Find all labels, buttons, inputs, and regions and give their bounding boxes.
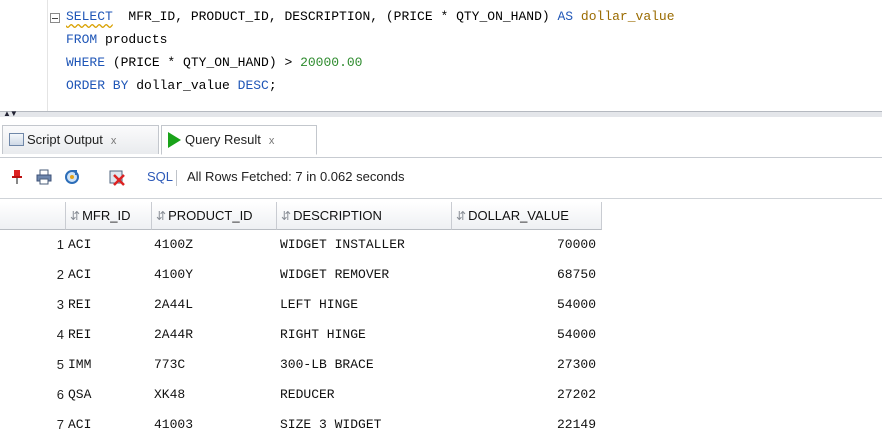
column-header-description[interactable]: ⇵ DESCRIPTION (277, 202, 452, 230)
cell-description[interactable]: REDUCER (280, 380, 335, 410)
cell-dollar-value[interactable]: 70000 (452, 230, 596, 260)
table-row[interactable]: 5 IMM 773C 300-LB BRACE 27300 (0, 350, 602, 380)
code-line[interactable]: SELECT MFR_ID, PRODUCT_ID, DESCRIPTION, … (66, 6, 675, 28)
code-token: ORDER BY (66, 78, 129, 93)
column-header-label: MFR_ID (82, 208, 131, 223)
tab-label: Script Output (27, 132, 103, 147)
row-number[interactable]: 5 (0, 350, 64, 380)
code-token: products (97, 32, 168, 47)
cell-dollar-value[interactable]: 54000 (452, 290, 596, 320)
table-row[interactable]: 6 QSA XK48 REDUCER 27202 (0, 380, 602, 410)
editor-gutter (47, 0, 48, 111)
cell-dollar-value[interactable]: 68750 (452, 260, 596, 290)
cell-mfr-id[interactable]: ACI (68, 260, 91, 290)
code-token: ; (268, 78, 277, 93)
code-token: 20000.00 (300, 55, 363, 70)
result-toolbar: SQL All Rows Fetched: 7 in 0.062 seconds (0, 158, 882, 199)
fold-collapse-icon[interactable] (50, 13, 60, 23)
cell-dollar-value[interactable]: 27300 (452, 350, 596, 380)
table-row[interactable]: 3 REI 2A44L LEFT HINGE 54000 (0, 290, 602, 320)
grid-corner (0, 202, 66, 230)
row-number[interactable]: 1 (0, 230, 64, 260)
cell-mfr-id[interactable]: IMM (68, 350, 91, 380)
cell-dollar-value[interactable]: 22149 (452, 410, 596, 440)
code-token: dollar_value (128, 78, 238, 93)
cell-description[interactable]: SIZE 3 WIDGET (280, 410, 381, 440)
cell-product-id[interactable]: 2A44R (154, 320, 193, 350)
code-line[interactable]: WHERE (PRICE * QTY_ON_HAND) > 20000.00 (66, 52, 362, 74)
code-token: DESC (237, 78, 269, 93)
code-token: (PRICE * QTY_ON_HAND) > (105, 55, 301, 70)
refresh-icon[interactable] (63, 168, 81, 186)
cell-dollar-value[interactable]: 54000 (452, 320, 596, 350)
sql-link[interactable]: SQL (147, 169, 173, 184)
cell-product-id[interactable]: XK48 (154, 380, 185, 410)
table-row[interactable]: 2 ACI 4100Y WIDGET REMOVER 68750 (0, 260, 602, 290)
print-icon[interactable] (35, 168, 53, 186)
table-row[interactable]: 7 ACI 41003 SIZE 3 WIDGET 22149 (0, 410, 602, 440)
cell-product-id[interactable]: 773C (154, 350, 185, 380)
row-number[interactable]: 2 (0, 260, 64, 290)
sql-editor[interactable]: SELECT MFR_ID, PRODUCT_ID, DESCRIPTION, … (0, 0, 882, 111)
cell-dollar-value[interactable]: 27202 (452, 380, 596, 410)
cell-mfr-id[interactable]: REI (68, 290, 91, 320)
cell-description[interactable]: 300-LB BRACE (280, 350, 374, 380)
tab-query-result[interactable]: Query Result x (161, 125, 317, 155)
column-header-label: DOLLAR_VALUE (468, 208, 569, 223)
sort-icon[interactable]: ⇵ (70, 209, 80, 223)
sort-icon[interactable]: ⇵ (456, 209, 466, 223)
row-number[interactable]: 7 (0, 410, 64, 440)
code-token: MFR_ID, PRODUCT_ID, DESCRIPTION, (PRICE … (112, 9, 558, 24)
code-token: AS (557, 9, 574, 24)
tab-script-output[interactable]: Script Output x (2, 125, 159, 154)
code-line[interactable]: ORDER BY dollar_value DESC; (66, 75, 277, 97)
column-header-label: PRODUCT_ID (168, 208, 253, 223)
cell-product-id[interactable]: 41003 (154, 410, 193, 440)
cell-mfr-id[interactable]: REI (68, 320, 91, 350)
column-header-label: DESCRIPTION (293, 208, 382, 223)
cell-mfr-id[interactable]: QSA (68, 380, 91, 410)
code-token: dollar_value (573, 9, 675, 24)
sort-icon[interactable]: ⇵ (281, 209, 291, 223)
row-number[interactable]: 4 (0, 320, 64, 350)
fetch-status: All Rows Fetched: 7 in 0.062 seconds (187, 169, 405, 184)
column-header-dollar-value[interactable]: ⇵ DOLLAR_VALUE (452, 202, 602, 230)
code-token: WHERE (66, 55, 106, 70)
row-number[interactable]: 6 (0, 380, 64, 410)
run-query-icon (168, 131, 181, 148)
cell-description[interactable]: WIDGET REMOVER (280, 260, 389, 290)
code-token: SELECT (66, 9, 113, 24)
code-line[interactable]: FROM products (66, 29, 167, 51)
cell-mfr-id[interactable]: ACI (68, 410, 91, 440)
cell-product-id[interactable]: 4100Y (154, 260, 193, 290)
code-token: FROM (66, 32, 98, 47)
cell-description[interactable]: LEFT HINGE (280, 290, 358, 320)
script-output-icon (9, 133, 24, 147)
close-icon[interactable]: x (111, 135, 117, 147)
tab-label: Query Result (185, 132, 261, 147)
result-grid[interactable]: ⇵ MFR_ID ⇵ PRODUCT_ID ⇵ DESCRIPTION ⇵ DOLLAR… (0, 199, 882, 442)
cell-description[interactable]: RIGHT HINGE (280, 320, 366, 350)
table-row[interactable]: 4 REI 2A44R RIGHT HINGE 54000 (0, 320, 602, 350)
column-header-mfr-id[interactable]: ⇵ MFR_ID (66, 202, 152, 230)
row-number[interactable]: 3 (0, 290, 64, 320)
toolbar-separator (176, 170, 177, 186)
clear-icon[interactable] (108, 168, 126, 186)
cell-product-id[interactable]: 2A44L (154, 290, 193, 320)
column-header-product-id[interactable]: ⇵ PRODUCT_ID (152, 202, 277, 230)
sort-icon[interactable]: ⇵ (156, 209, 166, 223)
cell-product-id[interactable]: 4100Z (154, 230, 193, 260)
table-row[interactable]: 1 ACI 4100Z WIDGET INSTALLER 70000 (0, 230, 602, 260)
output-tabs: Script Output x Query Result x (0, 117, 882, 158)
cell-mfr-id[interactable]: ACI (68, 230, 91, 260)
cell-description[interactable]: WIDGET INSTALLER (280, 230, 405, 260)
close-icon[interactable]: x (269, 135, 275, 147)
pin-icon[interactable] (8, 168, 26, 186)
